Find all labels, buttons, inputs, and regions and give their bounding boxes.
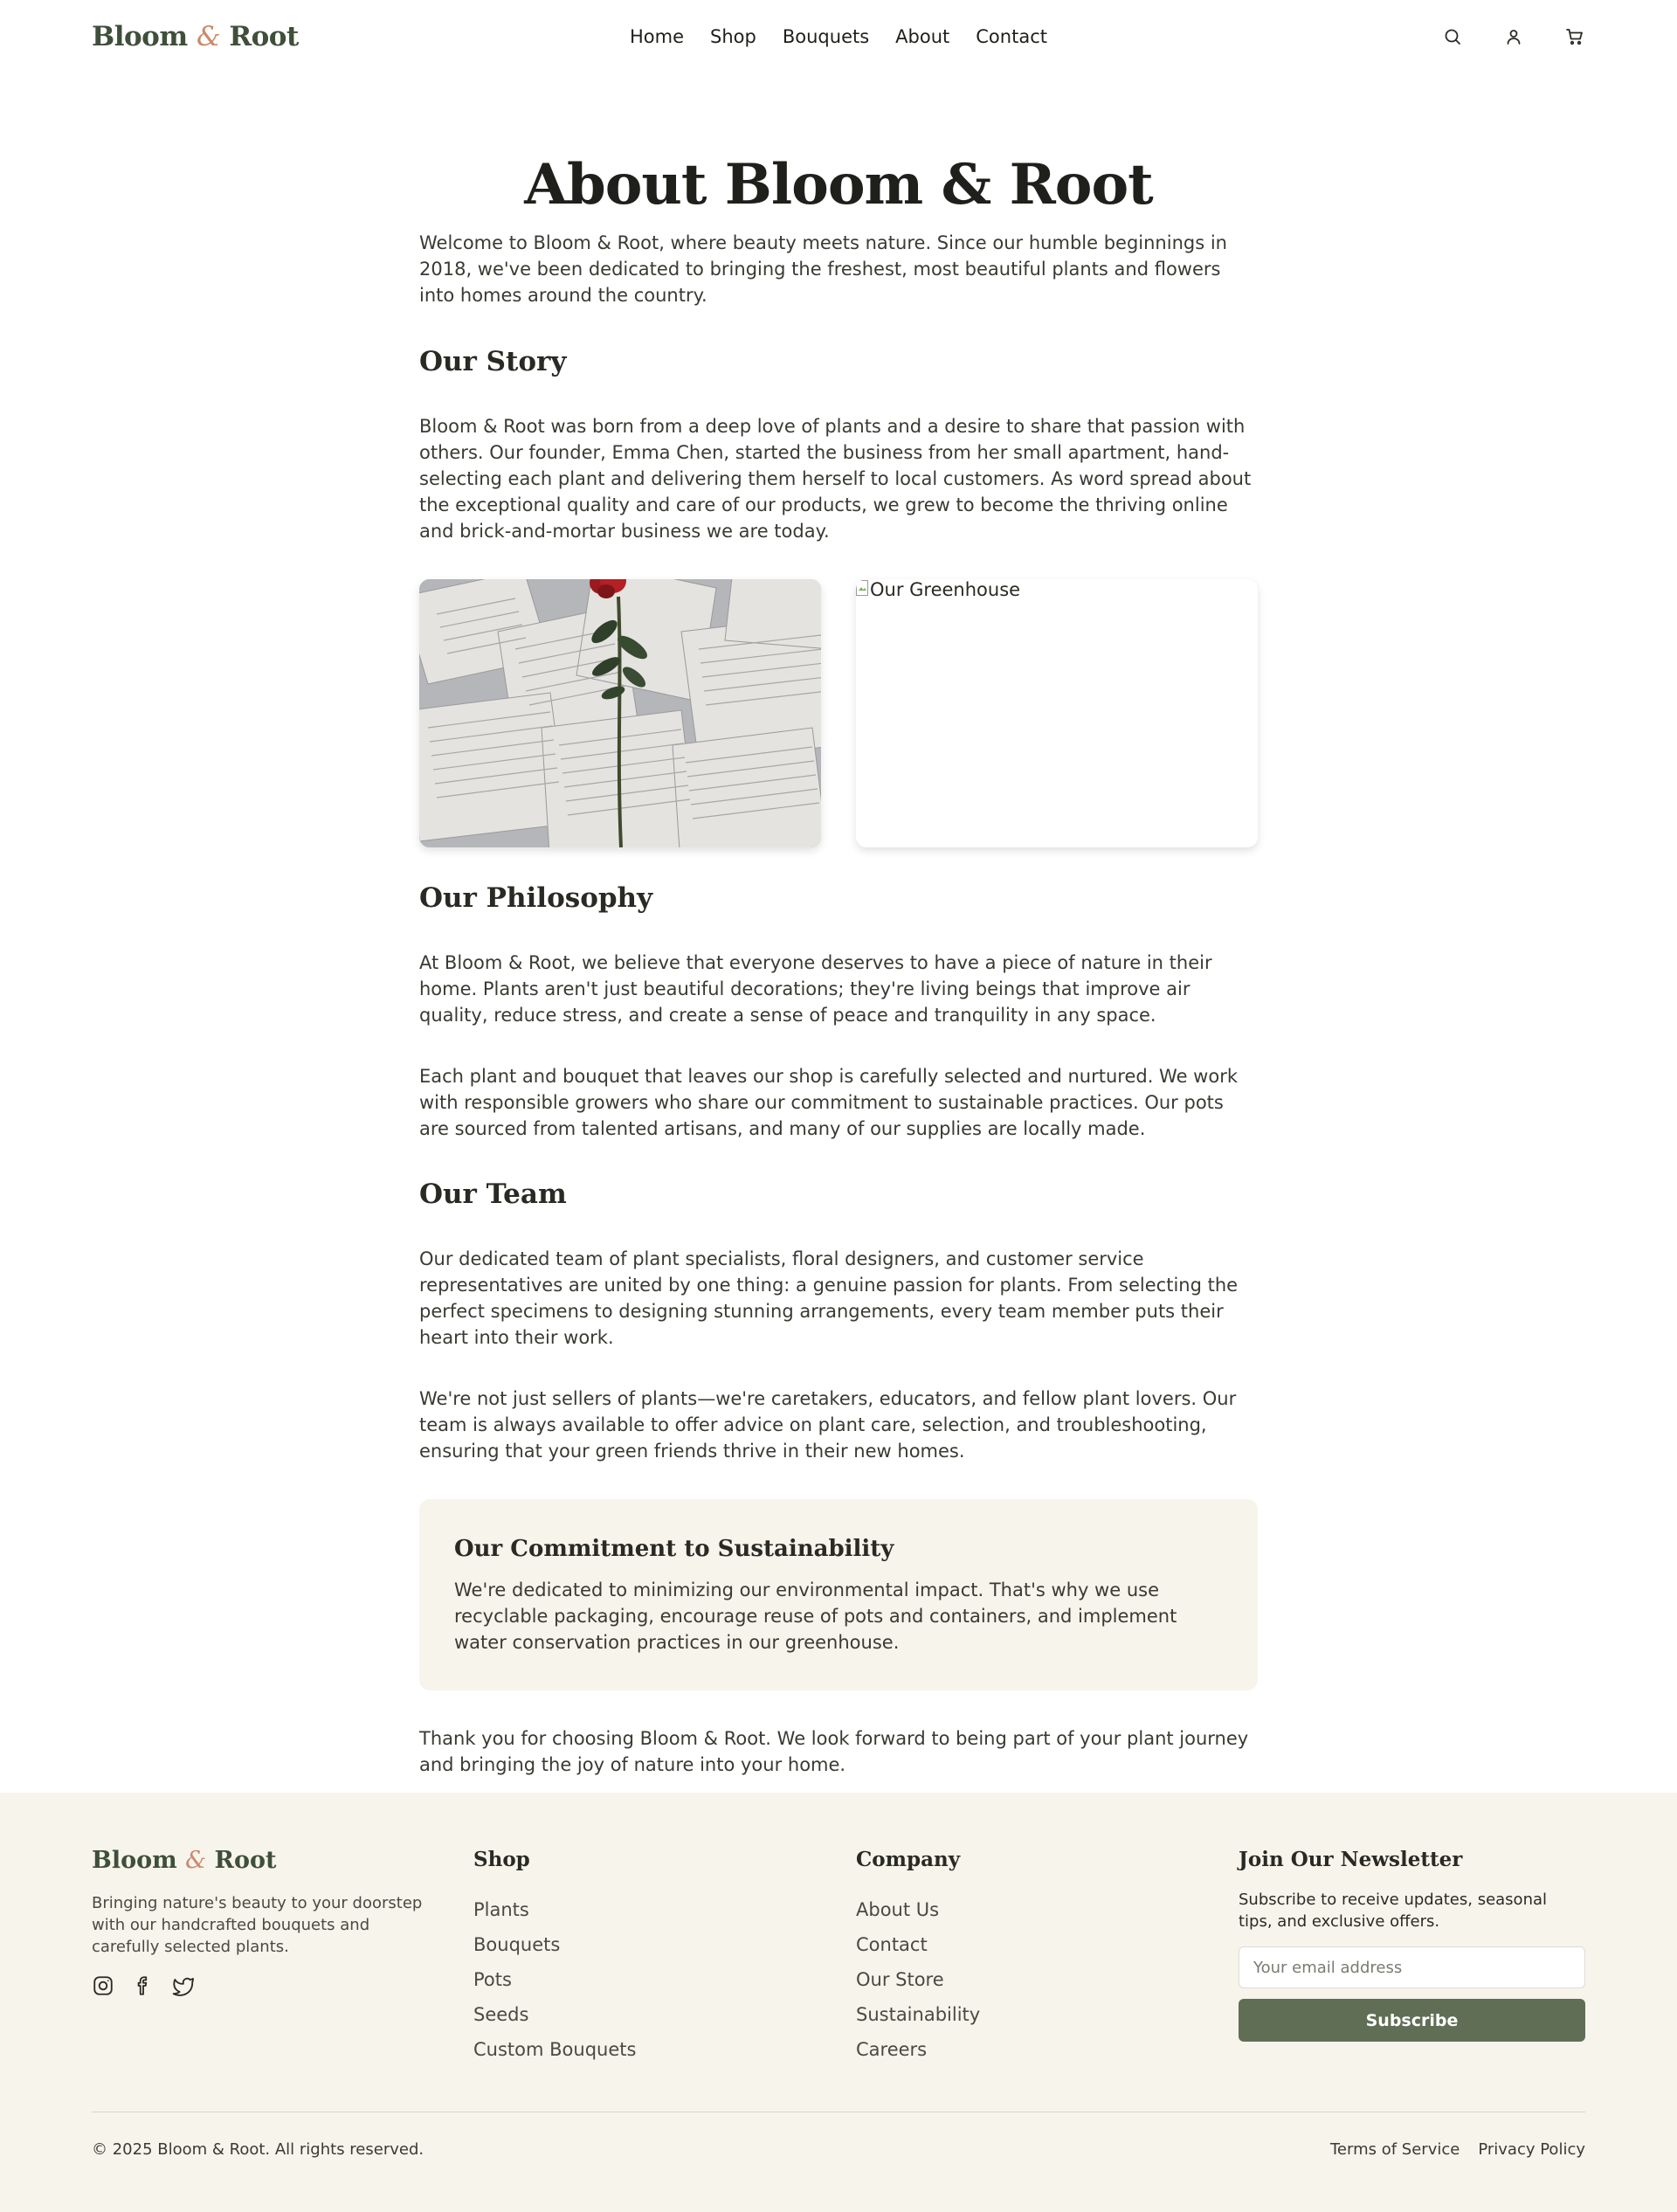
nav-bouquets[interactable]: Bouquets (783, 26, 869, 47)
cart-icon[interactable] (1564, 26, 1585, 47)
footer-link-bouquets[interactable]: Bouquets (473, 1927, 636, 1962)
footer-tagline: Bringing nature's beauty to your doorste… (92, 1894, 423, 1956)
terms-of-service-link[interactable]: Terms of Service (1330, 2140, 1460, 2159)
footer-logo-ampersand: & (185, 1847, 207, 1874)
nav-home[interactable]: Home (630, 26, 684, 47)
rose-on-books-image (419, 579, 821, 847)
twitter-icon[interactable] (172, 1974, 195, 1997)
site-header: Bloom & Root Home Shop Bouquets About Co… (0, 0, 1677, 79)
newsletter-heading: Join Our Newsletter (1239, 1848, 1463, 1871)
story-heading: Our Story (419, 346, 567, 377)
footer-link-our-store[interactable]: Our Store (856, 1962, 980, 1997)
search-icon[interactable] (1442, 26, 1463, 47)
philosophy-paragraph-2: Each plant and bouquet that leaves our s… (419, 1066, 1238, 1139)
footer-shop-heading: Shop (473, 1848, 530, 1871)
team-heading: Our Team (419, 1179, 567, 1210)
site-footer: Bloom & Root Bringing nature's beauty to… (0, 1793, 1677, 2212)
legal-links: Terms of Service Privacy Policy (1330, 2140, 1585, 2159)
footer-link-seeds[interactable]: Seeds (473, 1997, 636, 2032)
sustainability-paragraph: We're dedicated to minimizing our enviro… (454, 1580, 1177, 1653)
story-paragraph: Bloom & Root was born from a deep love o… (419, 416, 1252, 542)
footer-link-pots[interactable]: Pots (473, 1962, 636, 1997)
footer-shop-column: Shop Plants Bouquets Pots Seeds Custom B… (473, 1847, 636, 2067)
nav-contact[interactable]: Contact (976, 26, 1047, 47)
footer-logo[interactable]: Bloom & Root (92, 1847, 276, 1874)
footer-link-careers[interactable]: Careers (856, 2032, 980, 2067)
sustainability-callout: Our Commitment to Sustainability We're d… (419, 1499, 1258, 1690)
philosophy-heading: Our Philosophy (419, 882, 653, 914)
footer-logo-word-end: Root (214, 1847, 277, 1874)
newsletter-section: Join Our Newsletter Subscribe to receive… (1239, 1847, 1585, 2042)
main-nav: Home Shop Bouquets About Contact (0, 26, 1677, 47)
sustainability-heading: Our Commitment to Sustainability (454, 1536, 894, 1562)
page-title: About Bloom & Root (524, 152, 1153, 218)
broken-image-alt: Our Greenhouse (856, 579, 1020, 600)
footer-link-contact[interactable]: Contact (856, 1927, 980, 1962)
copyright-text: © 2025 Bloom & Root. All rights reserved… (92, 2140, 424, 2159)
header-actions (1442, 26, 1585, 47)
closing-paragraph: Thank you for choosing Bloom & Root. We … (419, 1728, 1249, 1775)
privacy-policy-link[interactable]: Privacy Policy (1478, 2140, 1585, 2159)
subscribe-button[interactable]: Subscribe (1239, 1999, 1585, 2042)
philosophy-paragraph-1: At Bloom & Root, we believe that everyon… (419, 952, 1212, 1026)
broken-image-icon (856, 579, 868, 600)
footer-link-custom-bouquets[interactable]: Custom Bouquets (473, 2032, 636, 2067)
footer-link-plants[interactable]: Plants (473, 1892, 636, 1927)
newsletter-description: Subscribe to receive updates, seasonal t… (1239, 1891, 1548, 1931)
footer-link-sustainability[interactable]: Sustainability (856, 1997, 980, 2032)
social-links (92, 1974, 195, 1997)
team-paragraph-2: We're not just sellers of plants—we're c… (419, 1388, 1237, 1462)
nav-about[interactable]: About (895, 26, 949, 47)
nav-shop[interactable]: Shop (710, 26, 756, 47)
newsletter-email-input[interactable] (1239, 1946, 1585, 1988)
about-content: About Bloom & Root Welcome to Bloom & Ro… (419, 149, 1258, 1778)
footer-logo-word-start: Bloom (92, 1847, 177, 1874)
facebook-icon[interactable] (132, 1974, 155, 1997)
greenhouse-alt-text: Our Greenhouse (870, 579, 1021, 600)
footer-company-heading: Company (856, 1848, 961, 1871)
intro-paragraph: Welcome to Bloom & Root, where beauty me… (419, 232, 1227, 306)
image-row: Our Greenhouse (419, 579, 1258, 847)
instagram-icon[interactable] (92, 1974, 114, 1997)
team-paragraph-1: Our dedicated team of plant specialists,… (419, 1248, 1239, 1348)
footer-link-about-us[interactable]: About Us (856, 1892, 980, 1927)
user-icon[interactable] (1503, 26, 1524, 47)
footer-company-column: Company About Us Contact Our Store Susta… (856, 1847, 980, 2067)
greenhouse-image: Our Greenhouse (856, 579, 1258, 847)
